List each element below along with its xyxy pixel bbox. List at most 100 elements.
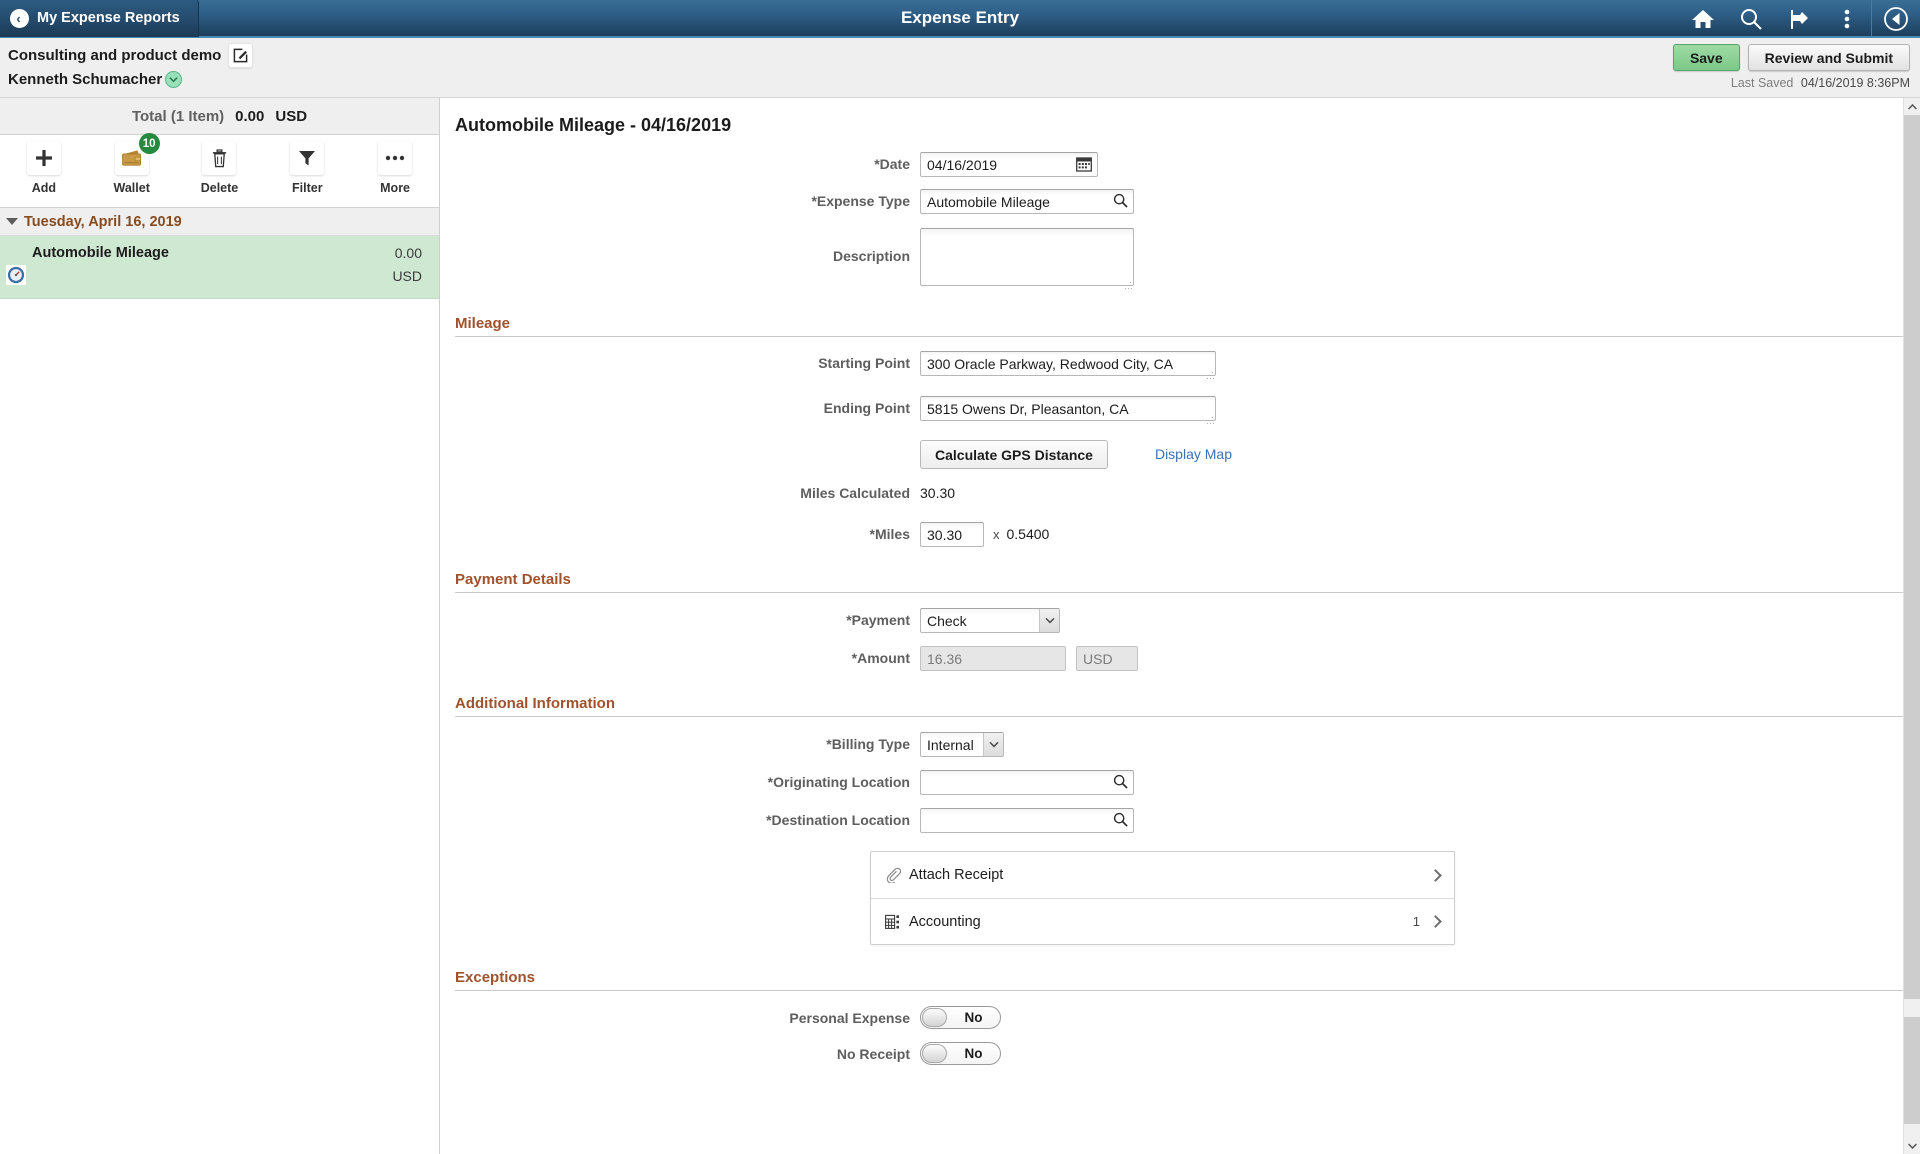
date-input[interactable] [920,152,1098,177]
employee-chevron-down-icon[interactable] [165,71,183,88]
lookup-search-icon[interactable] [1113,812,1128,832]
mileage-rate-value: 0.5400 [1006,526,1050,542]
scroll-up-arrow-icon[interactable] [1904,98,1920,115]
payment-label: *Payment [846,612,910,628]
date-group-header[interactable]: Tuesday, April 16, 2019 [0,208,439,236]
calendar-icon[interactable] [1076,156,1092,177]
delete-expense-button[interactable]: Delete [176,141,264,195]
employee-name: Kenneth Schumacher [8,71,163,88]
trash-icon [202,141,237,175]
originating-location-wrapper [920,770,1134,795]
delete-label: Delete [200,181,239,195]
billing-type-label: *Billing Type [826,736,910,752]
report-name: Consulting and product demo [8,47,222,64]
starting-point-label: Starting Point [818,355,910,371]
amount-currency-input [1076,646,1138,671]
no-receipt-toggle-value: No [964,1046,983,1061]
related-panels-list: Attach Receipt Accounting 1 [870,851,1455,945]
navbar-compass-icon[interactable] [1872,0,1920,38]
action-area: Save Review and Submit Last Saved 04/16/… [1672,44,1910,90]
personal-expense-label: Personal Expense [789,1010,910,1026]
scrollbar-thumb[interactable] [1904,115,1920,999]
expense-list-item[interactable]: Automobile Mileage 0.00 USD [0,236,439,299]
personal-expense-toggle[interactable]: No [920,1006,1001,1029]
total-bar: Total (1 Item) 0.00 USD [0,98,439,135]
search-icon[interactable] [1727,0,1775,38]
description-label: Description [832,248,910,264]
chevron-right-icon [1429,868,1442,882]
accounting-grid-icon [885,914,909,930]
edit-report-button[interactable] [228,43,254,68]
originating-location-row: *Originating Location [440,770,1920,795]
last-saved-value: 04/16/2019 8:36PM [1800,76,1910,90]
more-actions-button[interactable]: More [351,141,439,195]
destination-location-input[interactable] [920,808,1134,833]
page-title: Expense Entry [900,8,1020,27]
no-receipt-toggle[interactable]: No [920,1042,1001,1065]
date-input-wrapper [920,152,1098,177]
gps-row: Calculate GPS Distance Display Map [440,440,1920,469]
paperclip-icon [885,867,909,883]
filter-button[interactable]: Filter [263,141,351,195]
accounting-row[interactable]: Accounting 1 [871,898,1454,944]
payment-row: *Payment Check [440,608,1920,633]
miles-calculated-row: Miles Calculated 30.30 [440,481,1920,506]
scrollbar-thumb-lower[interactable] [1904,1017,1920,1124]
originating-location-input[interactable] [920,770,1134,795]
app-header: ‹ My Expense Reports Expense Entry [0,0,1920,38]
report-subheader: Consulting and product demo Kenneth Schu… [0,38,1920,98]
wallet-icon: 10 [114,133,160,175]
description-wrapper [920,228,1134,291]
header-icon-group [1679,0,1920,38]
multiply-symbol: x [993,527,1000,542]
expense-item-name: Automobile Mileage [32,245,169,261]
review-and-submit-button[interactable]: Review and Submit [1747,44,1910,71]
display-map-link[interactable]: Display Map [1155,440,1232,469]
ending-point-label: Ending Point [823,400,910,416]
no-receipt-label: No Receipt [836,1046,910,1062]
back-to-my-expense-reports-tab[interactable]: ‹ My Expense Reports [0,0,199,37]
expense-item-amount: 0.00 [394,245,422,261]
exceptions-section-heading: Exceptions [455,969,1905,991]
chevron-right-icon [1429,915,1442,928]
destination-location-wrapper [920,808,1134,833]
mileage-gauge-icon [6,265,26,285]
total-amount: 0.00 [235,107,265,125]
miles-calculated-value: 30.30 [920,485,956,501]
mileage-section-heading: Mileage [455,315,1905,337]
actions-kebab-icon[interactable] [1823,0,1871,38]
description-textarea[interactable] [920,228,1134,286]
scroll-down-arrow-icon[interactable] [1904,1137,1920,1154]
filter-label: Filter [292,181,323,195]
lookup-search-icon[interactable] [1113,193,1128,213]
originating-location-label: *Originating Location [767,774,910,790]
amount-row: *Amount [440,646,1920,671]
calculate-gps-distance-button[interactable]: Calculate GPS Distance [920,440,1108,469]
total-label: Total (1 Item) [131,107,225,125]
save-button[interactable]: Save [1672,44,1740,71]
miles-row: *Miles x 0.5400 [440,522,1920,547]
ending-point-input[interactable]: 5815 Owens Dr, Pleasanton, CA [920,396,1216,421]
wallet-button[interactable]: 10 Wallet [88,133,176,195]
miles-label: *Miles [869,526,910,542]
payment-select[interactable]: Check [920,608,1060,633]
home-icon[interactable] [1679,0,1727,38]
toggle-knob [922,1044,947,1063]
date-label: *Date [874,156,910,172]
billing-type-select[interactable]: Internal [920,732,1004,757]
starting-point-input[interactable]: 300 Oracle Parkway, Redwood City, CA [920,351,1216,376]
last-saved-label: Last Saved [1730,76,1794,90]
miles-calculated-label: Miles Calculated [800,485,910,501]
expense-list-sidebar: Total (1 Item) 0.00 USD Add 10 Wallet De… [0,98,440,1154]
lookup-search-icon[interactable] [1113,774,1128,794]
add-expense-button[interactable]: Add [0,141,88,195]
sidebar-toolbar: Add 10 Wallet Delete Filter More [0,133,439,208]
vertical-scrollbar[interactable] [1903,98,1920,1154]
expense-type-input[interactable] [920,189,1134,214]
attach-receipt-row[interactable]: Attach Receipt [871,852,1454,898]
plus-icon [26,141,61,175]
notifications-flag-icon[interactable] [1775,0,1823,38]
more-label: More [380,181,411,195]
body-container: Total (1 Item) 0.00 USD Add 10 Wallet De… [0,98,1920,1154]
miles-input[interactable] [920,522,984,547]
